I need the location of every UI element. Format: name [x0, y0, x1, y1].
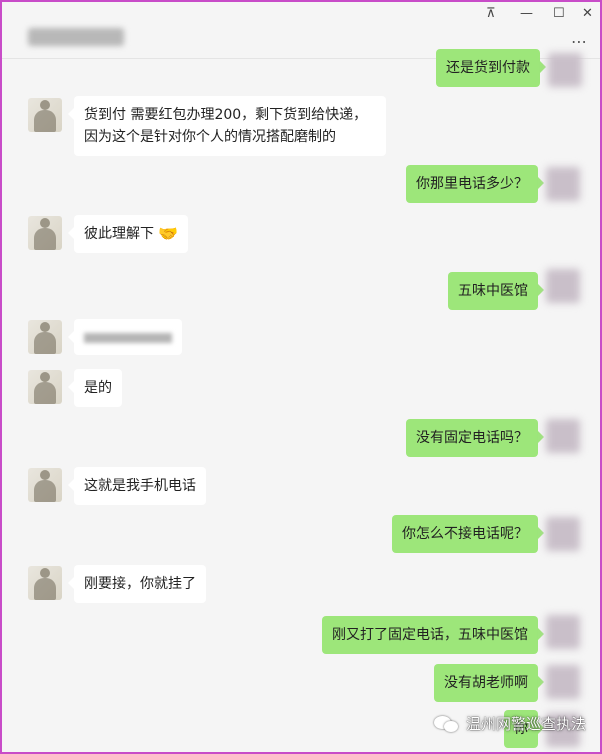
message-text: 没有固定电话吗？: [416, 430, 528, 446]
message-bubble-incoming: 这就是我手机电话: [68, 467, 206, 505]
watermark-text: 温州网警巡查执法: [465, 715, 586, 733]
watermark: 温州网警巡查执法: [433, 713, 586, 734]
avatar-contact[interactable]: [28, 216, 62, 250]
message-bubble-incoming: 刚要接，你就挂了: [68, 565, 206, 603]
message-text: 这就是我手机电话: [84, 478, 196, 494]
message-text: 没有胡老师啊: [444, 675, 528, 691]
contact-name-blurred: [28, 28, 124, 46]
message-bubble-outgoing: 你怎么不接电话呢？: [392, 515, 544, 553]
message-text: 五味中医馆: [458, 283, 528, 299]
avatar-contact[interactable]: [28, 370, 62, 404]
message-bubble-incoming-blurred: [68, 319, 182, 355]
message-bubble-outgoing: 五味中医馆: [448, 272, 544, 310]
wechat-icon: [433, 714, 460, 734]
message-text: 货到付 需要红包办理200，剩下货到给快递，因为这个是针对你个人的情况搭配磨制的: [84, 107, 368, 145]
message-bubble-outgoing: 刚又打了固定电话，五味中医馆: [322, 616, 544, 654]
message-text: 彼此理解下: [84, 226, 154, 242]
message-bubble-outgoing: 还是货到付款: [436, 49, 546, 87]
avatar-contact[interactable]: [28, 566, 62, 600]
avatar-self[interactable]: [546, 419, 580, 453]
message-bubble-outgoing: 没有胡老师啊: [434, 664, 544, 702]
avatar-contact[interactable]: [28, 98, 62, 132]
avatar-self[interactable]: [546, 665, 580, 699]
avatar-self[interactable]: [546, 615, 580, 649]
message-bubble-incoming: 货到付 需要红包办理200，剩下货到给快递，因为这个是针对你个人的情况搭配磨制的: [68, 96, 386, 156]
avatar-self[interactable]: [546, 269, 580, 303]
blurred-text: [84, 333, 172, 343]
maximize-button[interactable]: ☐: [553, 6, 565, 22]
avatar-contact[interactable]: [28, 320, 62, 354]
message-text: 刚又打了固定电话，五味中医馆: [332, 627, 528, 643]
message-text: 你那里电话多少？: [416, 176, 528, 192]
message-bubble-incoming: 彼此理解下 🤝: [68, 215, 188, 253]
message-bubble-outgoing: 你那里电话多少？: [406, 165, 544, 203]
message-text: 刚要接，你就挂了: [84, 576, 196, 592]
avatar-self[interactable]: [546, 167, 580, 201]
minimize-button[interactable]: —: [520, 6, 533, 22]
avatar-self[interactable]: [548, 53, 582, 87]
message-text: 你怎么不接电话呢？: [402, 526, 528, 542]
close-button[interactable]: ✕: [582, 6, 593, 22]
avatar-self[interactable]: [546, 517, 580, 551]
more-options-icon[interactable]: ⋯: [571, 32, 588, 51]
avatar-contact[interactable]: [28, 468, 62, 502]
message-text: 还是货到付款: [446, 60, 530, 76]
message-bubble-incoming: 是的: [68, 369, 122, 407]
chat-window: ⊼ — ☐ ✕ ⋯ 还是货到付款 货到付 需要红包办理200，剩下货到给快递，因…: [0, 0, 602, 754]
message-list[interactable]: 还是货到付款 货到付 需要红包办理200，剩下货到给快递，因为这个是针对你个人的…: [2, 49, 600, 752]
pin-icon[interactable]: ⊼: [486, 6, 496, 22]
handshake-icon: 🤝: [158, 224, 178, 243]
message-bubble-outgoing: 没有固定电话吗？: [406, 419, 544, 457]
message-text: 是的: [84, 380, 112, 396]
